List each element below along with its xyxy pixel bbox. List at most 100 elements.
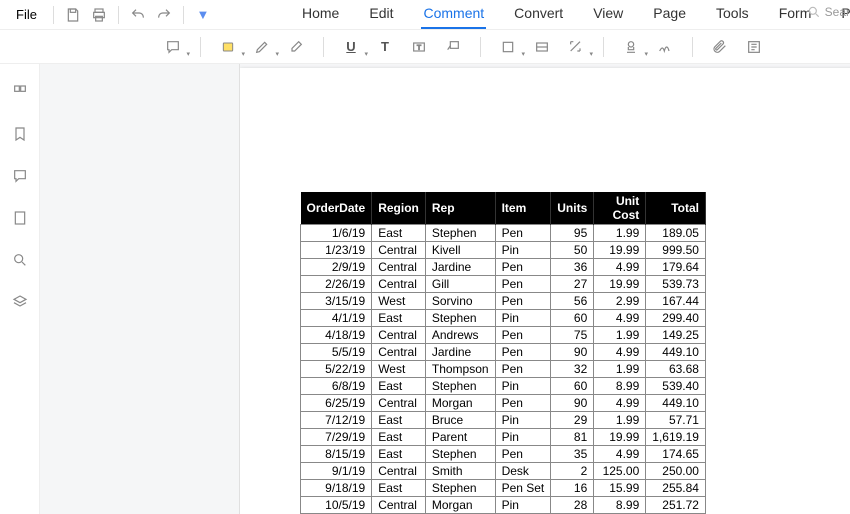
left-sidebar — [0, 64, 40, 514]
table-cell: Sorvino — [425, 293, 495, 310]
table-row: 8/15/19EastStephenPen354.99174.65 — [301, 446, 706, 463]
table-cell: Pin — [495, 429, 551, 446]
underline-icon[interactable]: U — [338, 34, 364, 60]
table-cell: Stephen — [425, 225, 495, 242]
attachments-panel-icon[interactable] — [8, 206, 32, 230]
table-row: 5/5/19CentralJardinePen904.99449.10 — [301, 344, 706, 361]
table-cell: Thompson — [425, 361, 495, 378]
table-cell: 4/18/19 — [301, 327, 372, 344]
table-cell: Stephen — [425, 310, 495, 327]
callout-icon[interactable] — [440, 34, 466, 60]
table-cell: 539.40 — [646, 378, 706, 395]
table-cell: Morgan — [425, 497, 495, 514]
search-panel-icon[interactable] — [8, 248, 32, 272]
attachment-icon[interactable] — [707, 34, 733, 60]
manage-comments-icon[interactable] — [741, 34, 767, 60]
orders-table: OrderDateRegionRepItemUnitsUnit CostTota… — [300, 192, 706, 514]
table-row: 7/29/19EastParentPin8119.991,619.19 — [301, 429, 706, 446]
search-input[interactable]: Sear — [807, 5, 850, 19]
tab-tools[interactable]: Tools — [714, 1, 751, 29]
note-icon[interactable] — [160, 34, 186, 60]
table-cell: Central — [372, 497, 426, 514]
table-cell: 56 — [551, 293, 594, 310]
tab-view[interactable]: View — [591, 1, 625, 29]
table-cell: Stephen — [425, 480, 495, 497]
textbox-icon[interactable]: T — [406, 34, 432, 60]
tab-edit[interactable]: Edit — [367, 1, 395, 29]
table-cell: 90 — [551, 344, 594, 361]
redo-icon[interactable] — [153, 4, 175, 26]
table-cell: Pen — [495, 395, 551, 412]
table-cell: Pin — [495, 242, 551, 259]
thumbnail-panel: ▸ — [40, 64, 240, 514]
eraser-icon[interactable] — [283, 34, 309, 60]
file-menu[interactable]: File — [6, 3, 47, 26]
area-highlight-icon[interactable] — [529, 34, 555, 60]
table-cell: Central — [372, 327, 426, 344]
table-cell: 95 — [551, 225, 594, 242]
table-cell: Pen — [495, 276, 551, 293]
tab-home[interactable]: Home — [300, 1, 341, 29]
table-cell: 19.99 — [594, 429, 646, 446]
save-icon[interactable] — [62, 4, 84, 26]
table-cell: 4.99 — [594, 395, 646, 412]
tab-comment[interactable]: Comment — [421, 1, 486, 29]
table-cell: 125.00 — [594, 463, 646, 480]
highlight-icon[interactable] — [215, 34, 241, 60]
table-cell: Pen — [495, 361, 551, 378]
table-cell: 50 — [551, 242, 594, 259]
table-cell: 36 — [551, 259, 594, 276]
comments-panel-icon[interactable] — [8, 164, 32, 188]
table-row: 4/18/19CentralAndrewsPen751.99149.25 — [301, 327, 706, 344]
table-cell: 1.99 — [594, 327, 646, 344]
table-cell: 1/23/19 — [301, 242, 372, 259]
typewriter-icon[interactable]: T — [372, 34, 398, 60]
shape-icon[interactable] — [495, 34, 521, 60]
table-cell: 5/22/19 — [301, 361, 372, 378]
table-cell: 8.99 — [594, 378, 646, 395]
pencil-icon[interactable] — [249, 34, 275, 60]
print-icon[interactable] — [88, 4, 110, 26]
table-cell: 4.99 — [594, 344, 646, 361]
table-cell: 90 — [551, 395, 594, 412]
table-header: Total — [646, 192, 706, 225]
table-cell: 29 — [551, 412, 594, 429]
bookmark-icon[interactable] — [8, 122, 32, 146]
layers-icon[interactable] — [8, 290, 32, 314]
table-cell: 1.99 — [594, 361, 646, 378]
table-cell: 1/6/19 — [301, 225, 372, 242]
table-cell: Stephen — [425, 446, 495, 463]
table-cell: West — [372, 293, 426, 310]
table-cell: Pen — [495, 259, 551, 276]
table-cell: Andrews — [425, 327, 495, 344]
signature-icon[interactable] — [652, 34, 678, 60]
stamp-icon[interactable] — [618, 34, 644, 60]
table-cell: Central — [372, 242, 426, 259]
table-cell: 189.05 — [646, 225, 706, 242]
table-cell: Central — [372, 395, 426, 412]
table-cell: Smith — [425, 463, 495, 480]
tab-convert[interactable]: Convert — [512, 1, 565, 29]
table-cell: West — [372, 361, 426, 378]
table-cell: 2 — [551, 463, 594, 480]
table-cell: 3/15/19 — [301, 293, 372, 310]
tab-page[interactable]: Page — [651, 1, 688, 29]
table-header: OrderDate — [301, 192, 372, 225]
table-cell: East — [372, 429, 426, 446]
quick-access-icon[interactable]: ▼ — [192, 4, 214, 26]
table-cell: 27 — [551, 276, 594, 293]
table-cell: East — [372, 480, 426, 497]
table-cell: 149.25 — [646, 327, 706, 344]
document-viewport[interactable]: OrderDateRegionRepItemUnitsUnit CostTota… — [240, 64, 850, 514]
table-cell: Central — [372, 259, 426, 276]
separator — [323, 37, 324, 57]
measure-icon[interactable] — [563, 34, 589, 60]
table-cell: 57.71 — [646, 412, 706, 429]
table-cell: 2/26/19 — [301, 276, 372, 293]
thumbnails-icon[interactable] — [8, 80, 32, 104]
table-cell: Pen — [495, 344, 551, 361]
main-tabs: HomeEditCommentConvertViewPageToolsFormP… — [300, 1, 850, 29]
undo-icon[interactable] — [127, 4, 149, 26]
page: OrderDateRegionRepItemUnitsUnit CostTota… — [240, 68, 850, 514]
separator — [200, 37, 201, 57]
